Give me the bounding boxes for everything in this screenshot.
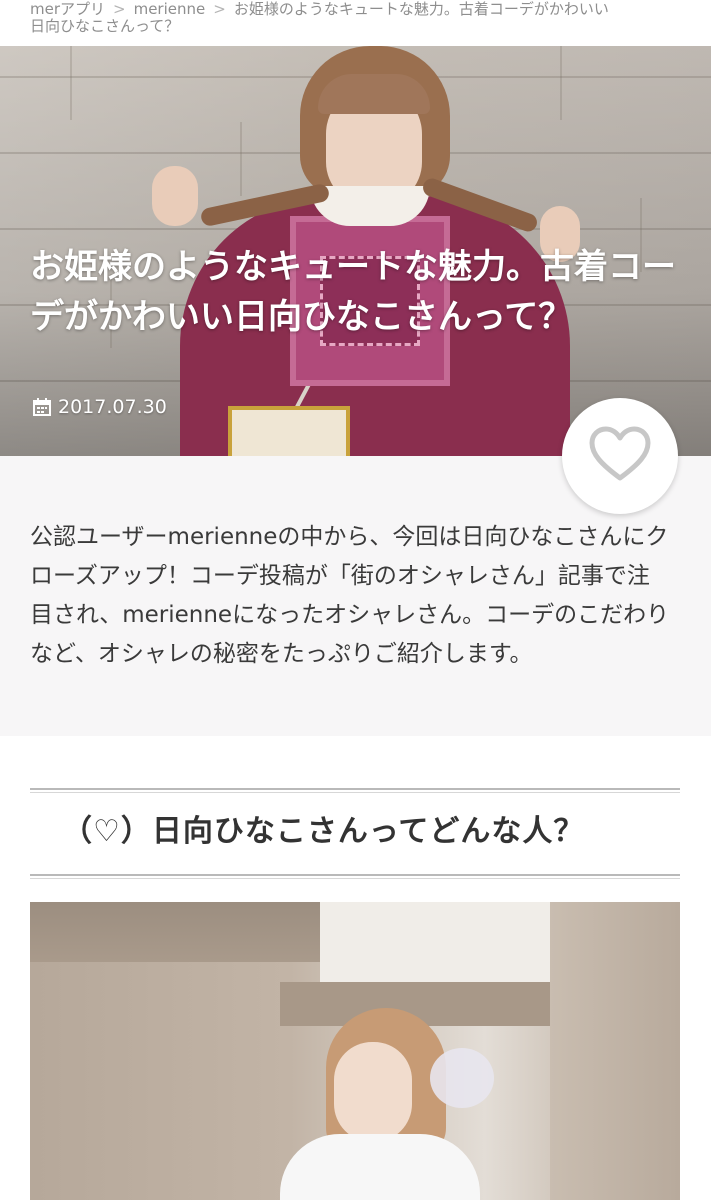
breadcrumb-link-merienne[interactable]: merienne bbox=[134, 0, 206, 18]
breadcrumb-current-continued: 日向ひなこさんって？ bbox=[30, 17, 180, 35]
article-date-text: 2017.07.30 bbox=[58, 396, 167, 418]
photo-sky bbox=[320, 902, 570, 982]
section-divider-bottom bbox=[30, 874, 680, 879]
photo-stone-wall bbox=[550, 902, 680, 1200]
calendar-icon bbox=[32, 397, 52, 417]
article-date: 2017.07.30 bbox=[32, 396, 167, 418]
hero-image: お姫様のようなキュートな魅力。古着コーデがかわいい日向ひなこさんって？ 2017… bbox=[0, 46, 711, 456]
article-lead: 公認ユーザーmerienneの中から、今回は日向ひなこさんにクローズアップ！コー… bbox=[30, 524, 670, 667]
favorite-button[interactable] bbox=[562, 398, 678, 514]
heart-icon bbox=[589, 426, 651, 486]
article-photo bbox=[30, 902, 680, 1200]
model-shirt bbox=[280, 1134, 480, 1200]
embroidered-bag bbox=[228, 406, 350, 456]
wall-joint bbox=[240, 122, 242, 196]
section-divider-top bbox=[30, 788, 680, 793]
breadcrumb-current: お姫様のようなキュートな魅力。古着コーデがかわいい bbox=[233, 0, 609, 18]
wall-joint bbox=[70, 46, 72, 120]
breadcrumb-link-app[interactable]: merアプリ bbox=[30, 0, 105, 18]
section-heading: （♡）日向ひなこさんってどんな人？ bbox=[62, 814, 585, 849]
breadcrumb: merアプリ > merienne > お姫様のようなキュートな魅力。古着コーデがかわい… bbox=[0, 0, 711, 46]
article-title: お姫様のようなキュートな魅力。古着コーデがかわいい日向ひなこさんって？ bbox=[30, 247, 676, 337]
breadcrumb-separator: > bbox=[213, 0, 226, 18]
model-bangs bbox=[318, 74, 430, 114]
breadcrumb-separator: > bbox=[113, 0, 126, 18]
hair-bow bbox=[430, 1048, 494, 1108]
model-hand-left bbox=[152, 166, 198, 226]
model-face bbox=[334, 1042, 412, 1142]
wall-joint bbox=[560, 46, 562, 120]
